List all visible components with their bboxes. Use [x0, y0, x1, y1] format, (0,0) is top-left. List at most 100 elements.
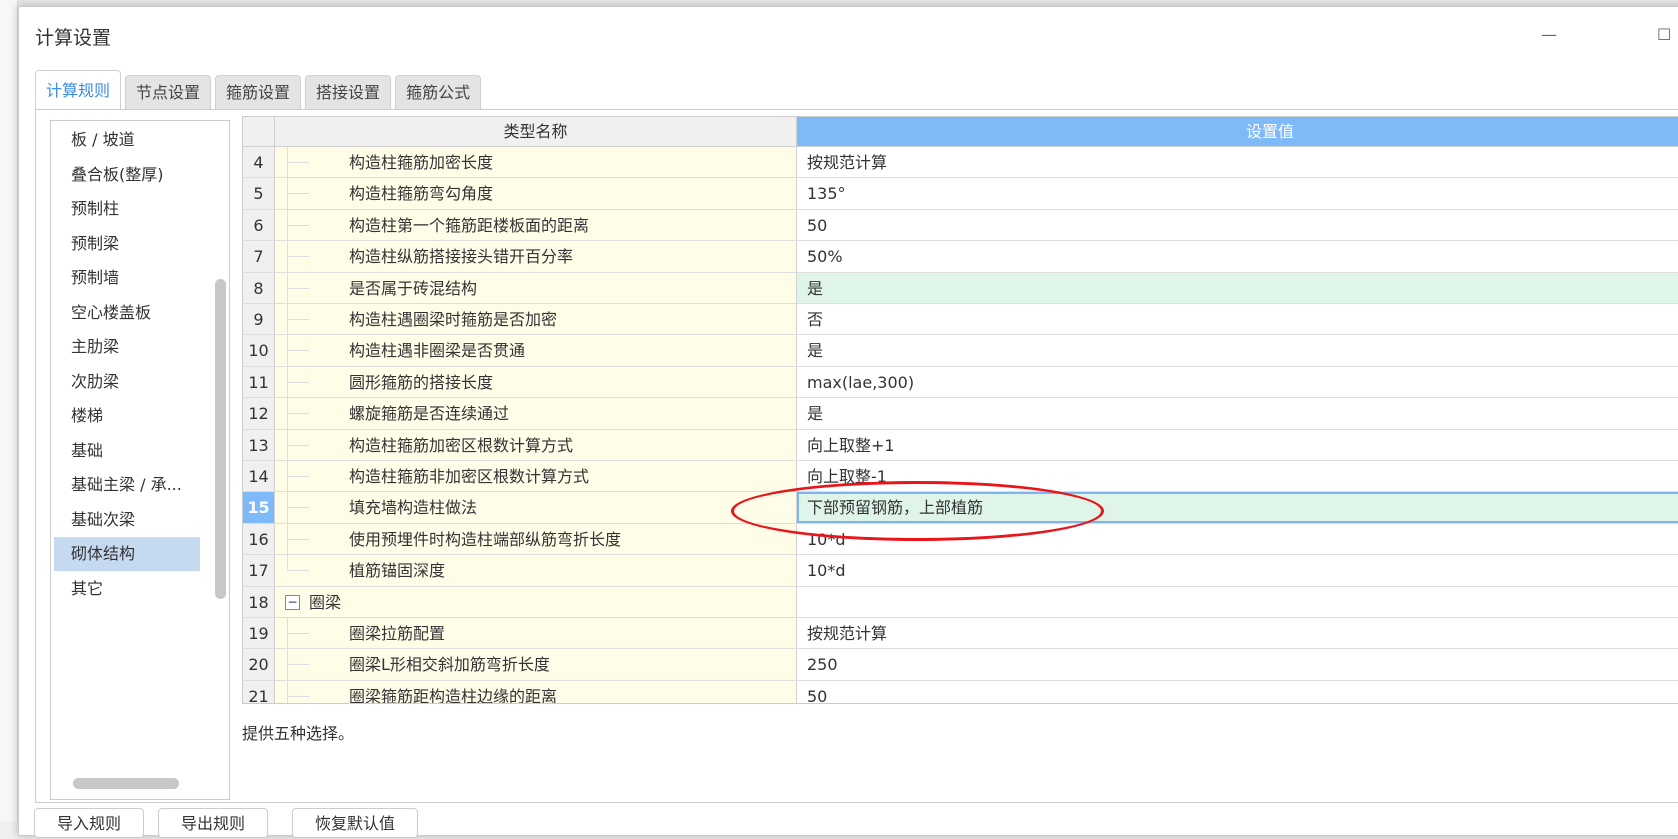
- tab-0[interactable]: 计算规则: [35, 70, 122, 110]
- category-item[interactable]: 砌体结构: [54, 537, 200, 571]
- value-cell[interactable]: 是: [797, 335, 1678, 365]
- table-row[interactable]: 9 构造柱遇圈梁时箍筋是否加密 否: [243, 304, 1678, 336]
- type-name: 构造柱箍筋加密长度: [349, 153, 494, 172]
- category-item[interactable]: 预制墙: [54, 261, 200, 295]
- table-row[interactable]: 13 构造柱箍筋加密区根数计算方式 向上取整+1: [243, 429, 1678, 461]
- vertical-scrollbar[interactable]: [215, 279, 226, 599]
- category-item[interactable]: 其它: [54, 572, 200, 606]
- type-name-cell[interactable]: 螺旋箍筋是否连续通过: [275, 398, 797, 429]
- tab-2[interactable]: 箍筋设置: [215, 75, 302, 109]
- value-cell[interactable]: 50: [797, 210, 1678, 240]
- type-name-cell[interactable]: 构造柱第一个箍筋距楼板面的距离: [275, 209, 797, 241]
- type-name-cell[interactable]: 构造柱遇圈梁时箍筋是否加密: [275, 304, 797, 335]
- type-name-cell[interactable]: − 圈梁: [275, 586, 797, 617]
- type-name-cell[interactable]: 构造柱箍筋弯勾角度: [275, 178, 797, 209]
- type-name-cell[interactable]: 填充墙构造柱做法: [275, 492, 797, 523]
- table-row[interactable]: 18− 圈梁: [243, 586, 1678, 618]
- maximize-icon[interactable]: ☐: [1657, 25, 1671, 44]
- category-item[interactable]: 叠合板(整厚): [54, 158, 200, 192]
- row-number: 15: [243, 492, 275, 523]
- tab-1[interactable]: 节点设置: [125, 75, 212, 109]
- category-item[interactable]: 板 / 坡道: [54, 123, 200, 157]
- row-number: 11: [243, 366, 275, 398]
- row-number-header: [243, 117, 275, 147]
- header-type-name[interactable]: 类型名称: [275, 117, 797, 147]
- value-cell[interactable]: 向上取整+1: [797, 430, 1678, 460]
- type-name: 构造柱箍筋非加密区根数计算方式: [349, 467, 590, 486]
- table-row[interactable]: 10 构造柱遇非圈梁是否贯通 是: [243, 335, 1678, 367]
- table-row[interactable]: 20 圈梁L形相交斜加筋弯折长度 250: [243, 649, 1678, 681]
- category-item[interactable]: 基础次梁: [54, 503, 200, 537]
- table-row[interactable]: 16 使用预埋件时构造柱端部纵筋弯折长度 10*d: [243, 523, 1678, 556]
- table-row[interactable]: 14 构造柱箍筋非加密区根数计算方式 向上取整-1: [243, 461, 1678, 493]
- table-row[interactable]: 19 圈梁拉筋配置 按规范计算: [243, 618, 1678, 650]
- value-cell[interactable]: 50%: [797, 241, 1678, 271]
- type-name-cell[interactable]: 圈梁箍筋距构造柱边缘的距离: [275, 680, 797, 704]
- footer-button-1[interactable]: 导出规则: [158, 808, 269, 838]
- category-item[interactable]: 基础: [54, 434, 200, 468]
- value-cell[interactable]: 是: [797, 272, 1678, 303]
- value-cell[interactable]: [797, 587, 1678, 617]
- header-value[interactable]: 设置值: [797, 117, 1678, 147]
- type-name-cell[interactable]: 圆形箍筋的搭接长度: [275, 366, 797, 398]
- type-name-cell[interactable]: 构造柱遇非圈梁是否贯通: [275, 335, 797, 366]
- row-number: 8: [243, 272, 275, 303]
- category-item[interactable]: 空心楼盖板: [54, 296, 200, 330]
- category-item[interactable]: 次肋梁: [54, 365, 200, 399]
- value-cell[interactable]: 10*d: [797, 524, 1678, 554]
- type-name-cell[interactable]: 构造柱箍筋加密长度: [275, 147, 797, 178]
- table-row[interactable]: 17 植筋锚固深度 10*d: [243, 555, 1678, 587]
- value-cell[interactable]: 135°: [797, 178, 1678, 208]
- minimize-icon[interactable]: —: [1541, 25, 1557, 44]
- tab-bar: 计算规则 节点设置 箍筋设置 搭接设置 箍筋公式: [35, 69, 482, 110]
- table-row[interactable]: 11 圆形箍筋的搭接长度 max(lae,300): [243, 366, 1678, 399]
- value-cell[interactable]: 50: [797, 681, 1678, 703]
- type-name: 构造柱箍筋弯勾角度: [349, 184, 494, 204]
- type-name-cell[interactable]: 植筋锚固深度: [275, 555, 797, 586]
- table-row[interactable]: 12 螺旋箍筋是否连续通过 是: [243, 398, 1678, 430]
- table-row[interactable]: 8 是否属于砖混结构 是: [243, 272, 1678, 304]
- tab-3[interactable]: 搭接设置: [305, 75, 392, 109]
- horizontal-scrollbar[interactable]: [73, 778, 179, 789]
- table-row[interactable]: 15 填充墙构造柱做法 下部预留钢筋，上部植筋: [243, 492, 1678, 524]
- tree-branch: [287, 319, 309, 320]
- value-cell[interactable]: 按规范计算: [797, 618, 1678, 648]
- type-name-cell[interactable]: 构造柱箍筋加密区根数计算方式: [275, 429, 797, 460]
- category-item[interactable]: 基础主梁 / 承...: [54, 468, 200, 502]
- value-cell[interactable]: 10*d: [797, 555, 1678, 585]
- tree-branch: [287, 507, 309, 509]
- value-cell[interactable]: 否: [797, 304, 1678, 334]
- row-number: 6: [243, 209, 275, 241]
- table-row[interactable]: 5 构造柱箍筋弯勾角度 135°: [243, 178, 1678, 210]
- calc-settings-dialog: 计算设置 — ☐ 计算规则 节点设置 箍筋设置 搭接设置 箍筋公式 其它 砌体结构 基础次梁…: [18, 6, 1678, 836]
- category-item[interactable]: 预制梁: [54, 227, 200, 261]
- footer-button-2[interactable]: 恢复默认值: [292, 808, 419, 838]
- collapse-icon[interactable]: −: [285, 594, 300, 610]
- category-item[interactable]: 预制柱: [54, 192, 200, 226]
- category-item[interactable]: 楼梯: [54, 399, 200, 433]
- type-name-cell[interactable]: 使用预埋件时构造柱端部纵筋弯折长度: [275, 523, 797, 555]
- value-cell[interactable]: 是: [797, 398, 1678, 428]
- table-row[interactable]: 7 构造柱纵筋搭接接头错开百分率 50%: [243, 241, 1678, 273]
- table-row[interactable]: 6 构造柱第一个箍筋距楼板面的距离 50: [243, 209, 1678, 242]
- table-row[interactable]: 4 构造柱箍筋加密长度 按规范计算: [243, 147, 1678, 179]
- value-cell[interactable]: 下部预留钢筋，上部植筋: [797, 492, 1678, 523]
- category-item[interactable]: 主肋梁: [54, 330, 200, 364]
- type-name-cell[interactable]: 圈梁L形相交斜加筋弯折长度: [275, 649, 797, 680]
- type-name-cell[interactable]: 圈梁拉筋配置: [275, 618, 797, 649]
- description-text: 提供五种选择。: [242, 724, 355, 743]
- footer-button-0[interactable]: 导入规则: [34, 808, 145, 838]
- value-cell[interactable]: max(lae,300): [797, 367, 1678, 397]
- type-name: 圈梁箍筋距构造柱边缘的距离: [349, 686, 558, 704]
- table-row[interactable]: 21 圈梁箍筋距构造柱边缘的距离 50: [243, 680, 1678, 704]
- tab-4[interactable]: 箍筋公式: [395, 75, 482, 109]
- row-number: 5: [243, 178, 275, 209]
- type-name-cell[interactable]: 构造柱纵筋搭接接头错开百分率: [275, 241, 797, 272]
- value-cell[interactable]: 按规范计算: [797, 147, 1678, 177]
- value-cell[interactable]: 250: [797, 649, 1678, 679]
- tab-panel: 其它 砌体结构 基础次梁 基础主梁 / 承... 基础 楼梯 次肋梁 主肋梁 空心楼盖板 预制墙预…: [35, 109, 1678, 803]
- tree-branch: [287, 444, 309, 446]
- value-cell[interactable]: 向上取整-1: [797, 461, 1678, 491]
- type-name-cell[interactable]: 是否属于砖混结构: [275, 272, 797, 303]
- type-name-cell[interactable]: 构造柱箍筋非加密区根数计算方式: [275, 461, 797, 492]
